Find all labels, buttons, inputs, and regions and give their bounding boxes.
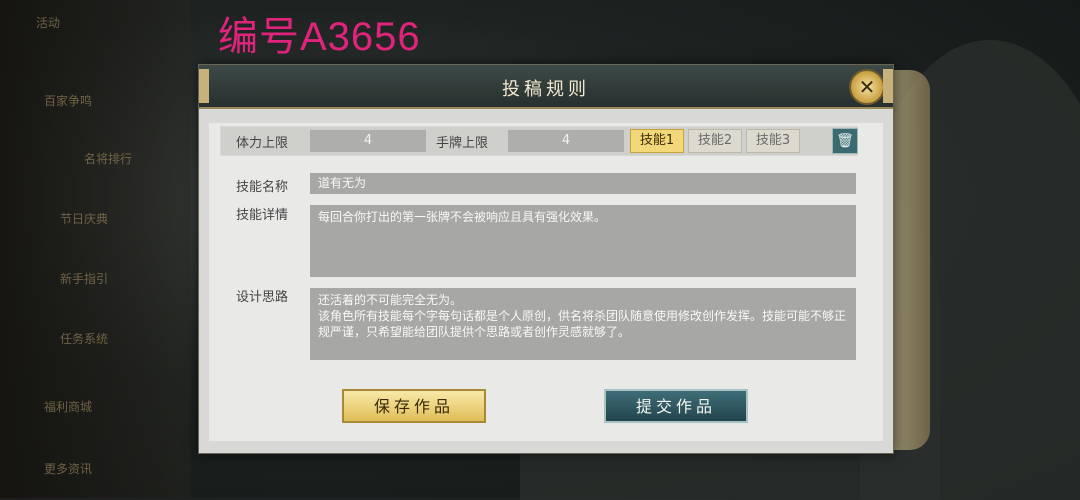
trash-icon: 🗑 xyxy=(836,133,854,149)
scroll-decoration xyxy=(890,70,930,450)
tab-skill-1[interactable]: 技能1 xyxy=(630,129,684,153)
hand-limit-input[interactable]: 4 xyxy=(508,130,624,152)
dialog-title-bar: 投稿规则 ✕ xyxy=(199,65,893,109)
submit-button[interactable]: 提交作品 xyxy=(604,389,748,423)
stamina-label: 体力上限 xyxy=(236,136,289,151)
sidebar-item: 活动 xyxy=(36,16,61,30)
sidebar-item: 百家争鸣 xyxy=(44,94,93,108)
skill-detail-textarea[interactable]: 每回合你打出的第一张牌不会被响应且具有强化效果。 xyxy=(310,205,856,277)
sidebar-item: 名将排行 xyxy=(84,152,133,166)
skill-name-label: 技能名称 xyxy=(236,180,289,195)
sidebar-item: 任务系统 xyxy=(60,332,109,346)
design-textarea[interactable]: 还活着的不可能完全无为。 该角色所有技能每个字每句话都是个人原创，供名将杀团队随… xyxy=(310,288,856,360)
close-icon: ✕ xyxy=(858,75,876,99)
delete-button[interactable]: 🗑 xyxy=(832,128,858,154)
dialog-body xyxy=(209,123,883,441)
save-button[interactable]: 保存作品 xyxy=(342,389,486,423)
hand-limit-label: 手牌上限 xyxy=(436,136,489,151)
close-button[interactable]: ✕ xyxy=(849,69,885,105)
watermark-id: 编号A3656 xyxy=(218,15,421,59)
skill-detail-label: 技能详情 xyxy=(236,208,289,223)
dialog-title: 投稿规则 xyxy=(502,79,590,100)
design-label: 设计思路 xyxy=(236,290,289,305)
sidebar-item: 新手指引 xyxy=(60,272,109,286)
tab-skill-2[interactable]: 技能2 xyxy=(688,129,742,153)
background-sidebar xyxy=(0,0,190,498)
sidebar-item: 福利商城 xyxy=(44,400,93,414)
sidebar-item: 更多资讯 xyxy=(44,462,93,476)
skill-name-input[interactable]: 道有无为 xyxy=(310,173,856,194)
stamina-input[interactable]: 4 xyxy=(310,130,426,152)
sidebar-item: 节日庆典 xyxy=(60,212,109,226)
tab-skill-3[interactable]: 技能3 xyxy=(746,129,800,153)
